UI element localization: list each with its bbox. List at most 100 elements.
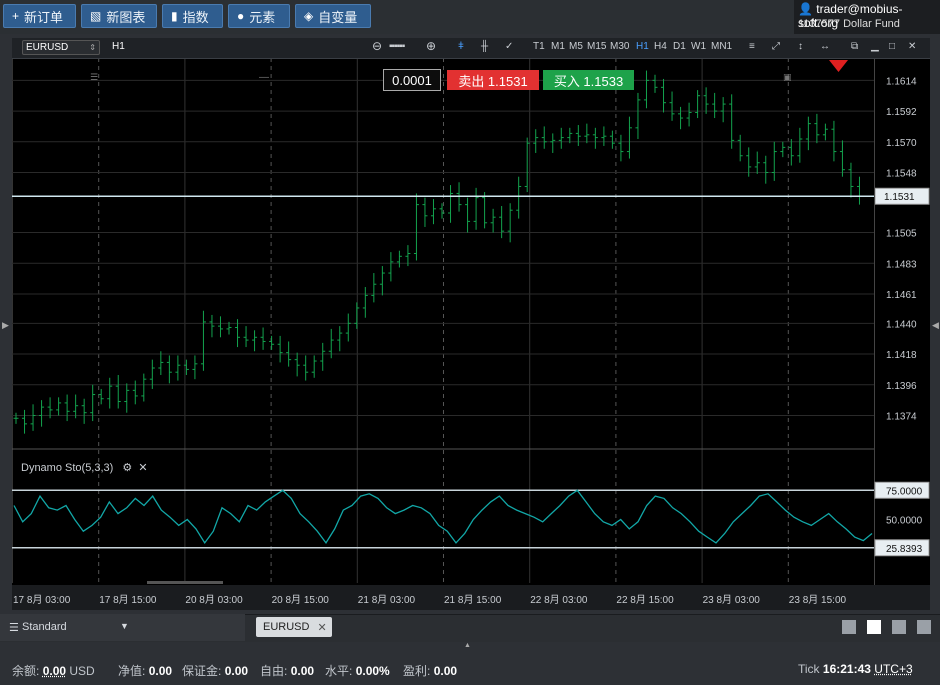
user-icon: 👤	[798, 2, 813, 16]
price-tick-label: 1.1461	[886, 290, 917, 301]
variables-button[interactable]: ◈ 自变量	[295, 4, 371, 28]
equity: 净值: 0.00	[118, 664, 173, 678]
time-axis: 17 8月 03:00 17 8月 15:00 20 8月 03:00 20 8月 1…	[12, 585, 930, 610]
margin-level: 水平: 0.00%	[325, 664, 390, 678]
price-tick-label: 1.1396	[886, 381, 917, 392]
time-tick-label: 17 8月 15:00	[99, 594, 157, 606]
level-label: 75.0000	[886, 486, 923, 497]
elements-button[interactable]: ● 元素	[228, 4, 290, 28]
sell-button[interactable]: 卖出 1.1531	[447, 70, 539, 90]
symbol-select[interactable]: EURUSD ⇕	[22, 40, 100, 55]
chevron-down-icon: ▼	[120, 621, 129, 631]
diamond-icon: ◈	[304, 9, 314, 23]
time-tick-label: 23 8月 03:00	[703, 594, 761, 606]
level-label: 50.0000	[886, 516, 923, 527]
session-marker-icon: ☰	[90, 72, 98, 82]
line-chart-icon[interactable]: ✓	[505, 41, 513, 52]
account-panel[interactable]: 👤 trader@mobius-soft.org 1137577 Dollar …	[794, 0, 940, 34]
close-icon[interactable]: ✕	[908, 41, 916, 52]
chart-canvas[interactable]: 1.1614 1.1592 1.1570 1.1548 1.1505 1.1483 1.14…	[12, 58, 930, 610]
timeframe-m30[interactable]: M30	[610, 41, 629, 52]
fib-tool-icon[interactable]: ≡	[749, 41, 755, 52]
profit-loss: 盈利: 0.00	[403, 664, 458, 678]
symbol-value: EURUSD	[26, 42, 69, 53]
layout-single-icon[interactable]	[842, 620, 856, 634]
price-tick-label: 1.1592	[886, 107, 917, 118]
zoom-slider[interactable]: ▪▪▪▪▪▪	[389, 41, 405, 52]
buy-button[interactable]: 买入 1.1533	[543, 70, 634, 90]
trendline-tool-icon[interactable]: ⤢	[772, 41, 780, 52]
shapes-icon: ●	[237, 9, 245, 23]
tab-label: EURUSD	[263, 621, 310, 633]
expand-panel-icon[interactable]: ▲	[464, 642, 471, 649]
layout-columns-icon[interactable]	[892, 620, 906, 634]
status-bar: 余额: 0.00 USD 净值: 0.00 保证金: 0.00 自由: 0.00…	[0, 649, 940, 685]
price-tick-label: 1.1418	[886, 350, 917, 361]
timeframe-h1[interactable]: H1	[636, 41, 649, 52]
timeframe-d1[interactable]: D1	[673, 41, 686, 52]
account-fund: 1137577 Dollar Fund	[798, 18, 900, 30]
price-tick-label: 1.1548	[886, 169, 917, 180]
detach-icon[interactable]: ⧉	[851, 41, 858, 52]
timezone-select[interactable]: UTC+3	[874, 662, 912, 676]
time-tick-label: 22 8月 15:00	[616, 594, 674, 606]
menu-icon: ☰	[9, 622, 19, 634]
layout-rows-icon[interactable]	[917, 620, 931, 634]
timeframe-m15[interactable]: M15	[587, 41, 606, 52]
zoom-in-icon[interactable]: ⊕	[426, 39, 436, 53]
timeframe-m5[interactable]: M5	[569, 41, 583, 52]
new-chart-button[interactable]: ▧ 新图表	[81, 4, 157, 28]
price-tick-label: 1.1570	[886, 138, 917, 149]
timeframe-w1[interactable]: W1	[691, 41, 706, 52]
gear-icon[interactable]: ⚙	[122, 462, 132, 474]
updown-icon: ⇕	[89, 43, 96, 52]
price-tick-label: 1.1505	[886, 229, 917, 240]
left-collapse-icon[interactable]: ▶	[2, 320, 9, 331]
time-tick-label: 17 8月 03:00	[13, 594, 71, 606]
variables-label: 自变量	[318, 9, 358, 25]
vertical-line-tool-icon[interactable]: ↕	[798, 41, 803, 52]
free-margin: 自由: 0.00	[260, 664, 315, 678]
session-marker-icon: ▣	[783, 72, 792, 82]
new-order-button[interactable]: + 新订单	[3, 4, 76, 28]
horizontal-line-tool-icon[interactable]: ↔	[820, 41, 830, 52]
time-tick-label: 21 8月 15:00	[444, 594, 502, 606]
tab-eurusd[interactable]: EURUSD ✕	[256, 617, 332, 637]
chart-timeframe: H1	[112, 41, 125, 52]
maximize-icon[interactable]: □	[889, 41, 895, 52]
price-tick-label: 1.1440	[886, 319, 917, 330]
new-order-label: 新订单	[24, 9, 64, 25]
time-tick-label: 22 8月 03:00	[530, 594, 588, 606]
timeframe-h4[interactable]: H4	[654, 41, 667, 52]
close-icon[interactable]: ✕	[138, 462, 147, 474]
minimize-icon[interactable]: ▁	[871, 41, 879, 52]
price-tick-label: 1.1374	[886, 411, 917, 422]
indicators-button[interactable]: ▮ 指数	[162, 4, 223, 28]
spread-input[interactable]: 0.0001	[383, 69, 441, 91]
time-tick-label: 23 8月 15:00	[789, 594, 847, 606]
top-toolbar: + 新订单 ▧ 新图表 ▮ 指数 ● 元素 ◈ 自变量 👤 trader@mob…	[0, 0, 940, 34]
bar-chart-icon[interactable]: ǂ	[458, 41, 464, 52]
timeframe-mn1[interactable]: MN1	[711, 41, 732, 52]
right-collapse-icon[interactable]: ◀	[932, 320, 939, 331]
layout-select[interactable]: ☰ Standard ▼	[0, 614, 245, 641]
indicator-label: Dynamo Sto(5,3,3) ⚙ ✕	[21, 461, 148, 474]
zoom-out-icon[interactable]: ⊖	[372, 39, 382, 53]
layout-select-value: Standard	[22, 621, 67, 633]
layout-grid-icon[interactable]	[867, 620, 881, 634]
new-chart-label: 新图表	[106, 9, 146, 25]
timeframe-m1[interactable]: M1	[551, 41, 565, 52]
chart-toolbar: EURUSD ⇕ H1 ⊖ ▪▪▪▪▪▪ ⊕ ǂ ╫ ✓ T1 M1 M5 M15 M3…	[12, 38, 930, 59]
level-label: 25.8393	[886, 544, 923, 555]
bars-icon: ▮	[171, 9, 178, 23]
scroll-thumb[interactable]	[147, 581, 223, 584]
timeframe-t1[interactable]: T1	[533, 41, 545, 52]
indicators-label: 指数	[182, 9, 209, 25]
current-price-label: 1.1531	[884, 192, 915, 203]
candle-chart-icon[interactable]: ╫	[481, 41, 488, 52]
margin: 保证金: 0.00	[182, 664, 249, 678]
elements-label: 元素	[249, 9, 276, 25]
close-tab-icon[interactable]: ✕	[317, 621, 326, 634]
time-tick-label: 20 8月 15:00	[272, 594, 330, 606]
price-tick-label: 1.1483	[886, 259, 917, 270]
